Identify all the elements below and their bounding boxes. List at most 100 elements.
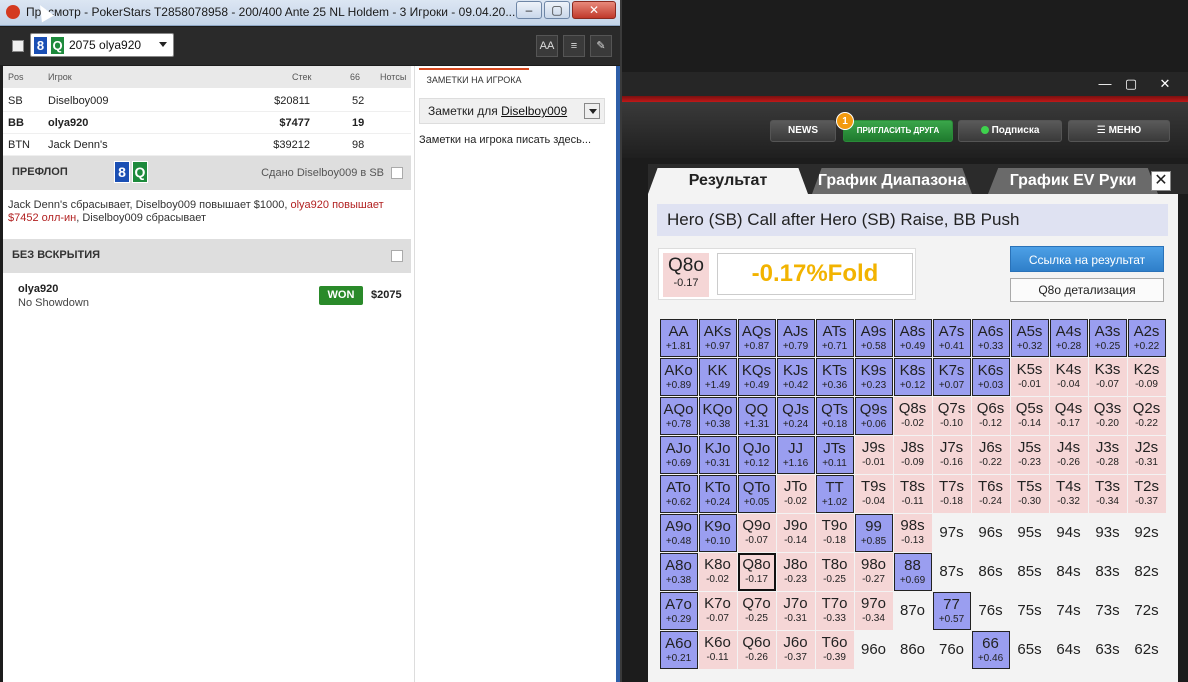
range-cell[interactable]: 76o [933,631,971,669]
range-cell[interactable]: J8s -0.09 [893,435,932,474]
range-cell[interactable]: J7o -0.31 [776,591,815,630]
player-row[interactable]: BTN Jack Denn's $39212 98 [3,134,411,156]
range-cell[interactable]: KTs +0.36 [815,357,854,396]
range-cell[interactable]: QJs +0.24 [776,396,815,435]
range-cell[interactable]: 62s [1128,631,1166,669]
range-cell[interactable]: J6o -0.37 [776,630,815,669]
range-cell[interactable]: K4s -0.04 [1049,357,1088,396]
range-cell[interactable]: 86o [894,631,932,669]
range-cell[interactable]: QJo +0.12 [737,435,776,474]
range-cell[interactable]: JTo -0.02 [776,474,815,513]
range-cell[interactable]: A6o +0.21 [659,630,698,669]
invite-friend-button[interactable]: ПРИГЛАСИТЬ ДРУГА [843,120,953,142]
range-cell[interactable]: K2s -0.09 [1127,357,1166,396]
range-cell[interactable]: T6o -0.39 [815,630,854,669]
range-cell[interactable]: 75s [1011,592,1049,630]
range-cell[interactable]: ATo +0.62 [659,474,698,513]
range-cell[interactable]: 65s [1011,631,1049,669]
close-icon[interactable]: ✕ [1151,171,1171,191]
range-cell[interactable]: 66 +0.46 [971,630,1010,669]
tab-range-chart[interactable]: График Диапазона [812,168,972,194]
subscription-button[interactable]: Подписка [958,120,1062,142]
range-cell[interactable]: K6s +0.03 [971,357,1010,396]
range-cell[interactable]: KJo +0.31 [698,435,737,474]
range-cell[interactable]: 98s -0.13 [893,513,932,552]
range-cell[interactable]: 63s [1089,631,1127,669]
select-checkbox[interactable] [12,40,24,52]
range-cell[interactable]: Q8s -0.02 [893,396,932,435]
range-cell[interactable]: 53s [1089,670,1127,682]
range-cell[interactable]: 96o [855,631,893,669]
range-cell[interactable]: QQ +1.31 [737,396,776,435]
range-cell[interactable]: T6s -0.24 [971,474,1010,513]
range-cell[interactable]: 95s [1011,514,1049,552]
range-cell[interactable]: T5s -0.30 [1010,474,1049,513]
range-cell[interactable]: AJo +0.69 [659,435,698,474]
range-cell[interactable]: 75o [933,670,971,682]
range-cell[interactable]: QTo +0.05 [737,474,776,513]
news-button[interactable]: NEWS [770,120,836,142]
range-cell[interactable]: Q5s -0.14 [1010,396,1049,435]
range-cell[interactable]: T4s -0.32 [1049,474,1088,513]
range-cell[interactable]: J8o -0.23 [776,552,815,591]
range-cell[interactable]: 88 +0.69 [893,552,932,591]
range-cell[interactable]: K9s +0.23 [854,357,893,396]
range-cell[interactable]: K5o [699,670,737,682]
range-cell[interactable]: 95o [855,670,893,682]
list-icon[interactable]: ≡ [563,35,585,57]
tab-ev-chart[interactable]: График EV Руки [988,168,1158,194]
range-cell[interactable]: JJ +1.16 [776,435,815,474]
range-cell[interactable]: Q2s -0.22 [1127,396,1166,435]
range-cell[interactable]: J6s -0.22 [971,435,1010,474]
range-cell[interactable]: T8s -0.11 [893,474,932,513]
range-cell[interactable]: K3s -0.07 [1088,357,1127,396]
range-cell[interactable]: 93s [1089,514,1127,552]
range-cell[interactable]: 72s [1128,592,1166,630]
preflop-checkbox[interactable] [391,167,403,179]
range-cell[interactable]: KK +1.49 [698,357,737,396]
notes-textarea[interactable]: Заметки на игрока писать здесь... [419,134,591,146]
range-cell[interactable]: A8s +0.49 [893,318,932,357]
range-cell[interactable]: Q8o -0.17 [737,552,776,591]
range-cell[interactable]: 97s [933,514,971,552]
range-cell[interactable]: T5o [816,670,854,682]
range-cell[interactable]: Q5o [738,670,776,682]
menu-button[interactable]: ☰ МЕНЮ [1068,120,1170,142]
notes-tab[interactable]: ЗАМЕТКИ НА ИГРОКА [419,68,529,90]
range-cell[interactable]: T2s -0.37 [1127,474,1166,513]
range-cell[interactable]: J2s -0.31 [1127,435,1166,474]
range-cell[interactable]: A8o +0.38 [659,552,698,591]
range-cell[interactable]: T8o -0.25 [815,552,854,591]
analyzer-maximize-button[interactable]: ▢ [1120,76,1142,92]
result-link-button[interactable]: Ссылка на результат [1010,246,1164,272]
range-cell[interactable]: KJs +0.42 [776,357,815,396]
range-cell[interactable]: Q9s +0.06 [854,396,893,435]
range-cell[interactable]: 73s [1089,592,1127,630]
range-cell[interactable]: 96s [972,514,1010,552]
range-cell[interactable]: A4s +0.28 [1049,318,1088,357]
range-cell[interactable]: A9o +0.48 [659,513,698,552]
range-cell[interactable]: K5s -0.01 [1010,357,1049,396]
range-cell[interactable]: T3s -0.34 [1088,474,1127,513]
range-cell[interactable]: 54s [1050,670,1088,682]
player-row[interactable]: SB Diselboy009 $20811 52 [3,90,411,112]
pencil-icon[interactable]: ✎ [590,35,612,57]
range-cell[interactable]: AKo +0.89 [659,357,698,396]
range-cell[interactable]: 94s [1050,514,1088,552]
range-cell[interactable]: 55 [1011,670,1049,682]
range-cell[interactable]: 99 +0.85 [854,513,893,552]
range-cell[interactable]: Q9o -0.07 [737,513,776,552]
range-cell[interactable]: T9s -0.04 [854,474,893,513]
range-cell[interactable]: Q7s -0.10 [932,396,971,435]
range-cell[interactable]: AQs +0.87 [737,318,776,357]
range-cell[interactable]: A2s +0.22 [1127,318,1166,357]
range-cell[interactable]: 83s [1089,553,1127,591]
range-cell[interactable]: Q6o -0.26 [737,630,776,669]
range-cell[interactable]: A9s +0.58 [854,318,893,357]
range-cell[interactable]: JTs +0.11 [815,435,854,474]
range-cell[interactable]: 87o [894,592,932,630]
range-cell[interactable]: J9s -0.01 [854,435,893,474]
range-cell[interactable]: 84s [1050,553,1088,591]
range-cell[interactable]: Q3s -0.20 [1088,396,1127,435]
range-cell[interactable]: AA +1.81 [659,318,698,357]
